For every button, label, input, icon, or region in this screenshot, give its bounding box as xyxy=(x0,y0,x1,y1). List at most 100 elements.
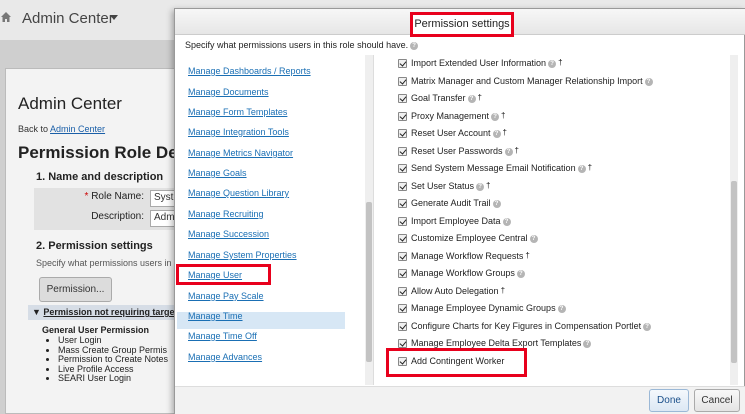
checkbox-checked[interactable] xyxy=(398,59,407,69)
help-icon[interactable]: ? xyxy=(516,269,525,278)
checkbox-checked[interactable] xyxy=(398,322,407,332)
chevron-down-icon[interactable] xyxy=(110,15,118,20)
back-to-admin-center-link[interactable]: Admin Center xyxy=(50,124,105,134)
permission-item[interactable]: Proxy Management? † xyxy=(398,110,506,122)
category-link[interactable]: Manage Time Off xyxy=(188,331,257,341)
help-icon[interactable]: ? xyxy=(643,322,652,331)
section-permission-settings: 2. Permission settings xyxy=(36,240,153,252)
home-icon[interactable] xyxy=(0,11,12,25)
checkbox-checked[interactable] xyxy=(398,182,407,192)
category-link[interactable]: Manage Recruiting xyxy=(188,209,264,219)
permission-item[interactable]: Configure Charts for Key Figures in Comp… xyxy=(398,320,652,332)
category-link[interactable]: Manage Metrics Navigator xyxy=(188,148,293,158)
checkbox-checked[interactable] xyxy=(398,287,407,297)
category-link[interactable]: Manage Form Templates xyxy=(188,107,287,117)
role-detail-heading: Permission Role Det xyxy=(18,143,184,162)
category-scrollbar-thumb[interactable] xyxy=(366,202,372,362)
help-icon[interactable]: ? xyxy=(476,182,485,191)
permission-item[interactable]: Import Employee Data? xyxy=(398,215,511,227)
category-link[interactable]: Manage Dashboards / Reports xyxy=(188,66,311,76)
category-link[interactable]: Manage Succession xyxy=(188,229,269,239)
section-name-description: 1. Name and description xyxy=(36,171,164,183)
dialog-description-text: Specify what permissions users in this r… xyxy=(185,40,409,50)
category-link[interactable]: Manage Pay Scale xyxy=(188,291,264,301)
dagger-mark: † xyxy=(587,163,593,172)
help-icon[interactable]: ? xyxy=(577,164,586,173)
checkbox-checked[interactable] xyxy=(398,199,407,209)
help-icon[interactable]: ? xyxy=(502,217,511,226)
category-link[interactable]: Manage Question Library xyxy=(188,188,289,198)
checkbox-checked[interactable] xyxy=(398,129,407,139)
help-icon[interactable]: ? xyxy=(644,77,653,86)
help-icon[interactable]: ? xyxy=(557,304,566,313)
done-button[interactable]: Done xyxy=(649,389,689,412)
checkbox-checked[interactable] xyxy=(398,147,407,157)
dagger-mark: † xyxy=(500,286,506,295)
section2-text: Specify what permissions users in th xyxy=(36,258,182,268)
category-link[interactable]: Manage Documents xyxy=(188,87,269,97)
help-icon[interactable]: ? xyxy=(410,41,419,50)
checkbox-checked[interactable] xyxy=(398,234,407,244)
checkbox-checked[interactable] xyxy=(398,269,407,279)
permission-note: ▼ Permission not requiring targe xyxy=(28,305,180,320)
help-icon[interactable]: ? xyxy=(583,339,592,348)
checkbox-checked[interactable] xyxy=(398,217,407,227)
checkbox-checked[interactable] xyxy=(398,252,407,262)
help-icon[interactable]: ? xyxy=(548,59,557,68)
category-link[interactable]: Manage Integration Tools xyxy=(188,127,289,137)
dagger-mark: † xyxy=(514,146,519,155)
checkbox-checked[interactable] xyxy=(398,339,407,349)
help-icon[interactable]: ? xyxy=(492,199,501,208)
highlight-box-manage-user xyxy=(176,264,271,285)
permission-item[interactable]: Manage Employee Dynamic Groups? xyxy=(398,302,566,314)
dagger-mark: † xyxy=(525,251,530,260)
cancel-button[interactable]: Cancel xyxy=(694,389,740,412)
permission-list: Import Extended User Information? † Matri… xyxy=(384,55,734,385)
help-icon[interactable]: ? xyxy=(491,112,500,121)
description-label: Description: xyxy=(91,211,144,222)
dagger-mark: † xyxy=(502,128,507,137)
permission-button[interactable]: Permission... xyxy=(39,277,112,302)
highlight-box-add-contingent-worker xyxy=(386,348,527,377)
category-list: Manage Dashboards / Reports Manage Docum… xyxy=(175,55,374,385)
help-icon[interactable]: ? xyxy=(529,234,538,243)
back-prefix: Back to xyxy=(18,124,51,134)
permission-item[interactable]: Manage Workflow Groups? xyxy=(398,267,525,279)
checkbox-checked[interactable] xyxy=(398,304,407,314)
dialog-description: Specify what permissions users in this r… xyxy=(185,40,419,50)
category-link[interactable]: Manage Goals xyxy=(188,168,247,178)
permission-item[interactable]: Matrix Manager and Custom Manager Relati… xyxy=(398,75,653,87)
back-link-row: Back to Admin Center xyxy=(18,124,105,134)
general-permission-list: User Login Mass Create Group Permis Perm… xyxy=(58,335,168,384)
list-item: SEARI User Login xyxy=(58,373,168,384)
permission-item[interactable]: Send System Message Email Notification? † xyxy=(398,162,592,174)
help-icon[interactable]: ? xyxy=(504,147,513,156)
checkbox-checked[interactable] xyxy=(398,164,407,174)
app-title[interactable]: Admin Center xyxy=(22,10,114,27)
permission-item[interactable]: Goal Transfer? † xyxy=(398,92,482,104)
category-link[interactable]: Manage Advances xyxy=(188,352,262,362)
category-link[interactable]: Manage Time xyxy=(188,311,243,321)
dagger-mark: † xyxy=(558,58,563,67)
checkbox-checked[interactable] xyxy=(398,94,407,104)
permission-item[interactable]: Set User Status? † xyxy=(398,180,490,192)
permission-note-link[interactable]: Permission not requiring targe xyxy=(43,307,174,317)
permission-item[interactable]: Reset User Account? † xyxy=(398,127,507,139)
permission-item[interactable]: Import Extended User Information? † xyxy=(398,57,563,69)
checkbox-checked[interactable] xyxy=(398,77,407,87)
dialog-title: Permission settings xyxy=(410,12,514,37)
permission-item[interactable]: Reset User Passwords? † xyxy=(398,145,519,157)
permission-scrollbar-thumb[interactable] xyxy=(731,181,737,363)
role-name-label: * Role Name: xyxy=(84,191,144,202)
checkbox-checked[interactable] xyxy=(398,112,407,122)
permission-item[interactable]: Generate Audit Trail? xyxy=(398,197,501,209)
dagger-mark: † xyxy=(501,111,506,120)
help-icon[interactable]: ? xyxy=(492,129,501,138)
permission-item[interactable]: Allow Auto Delegation † xyxy=(398,285,505,297)
dagger-mark: † xyxy=(486,181,491,190)
permission-settings-dialog: Permission settings Specify what permiss… xyxy=(174,8,745,414)
permission-item[interactable]: Customize Employee Central? xyxy=(398,232,538,244)
help-icon[interactable]: ? xyxy=(467,94,476,103)
permission-item[interactable]: Manage Workflow Requests † xyxy=(398,250,530,262)
category-link[interactable]: Manage System Properties xyxy=(188,250,297,260)
